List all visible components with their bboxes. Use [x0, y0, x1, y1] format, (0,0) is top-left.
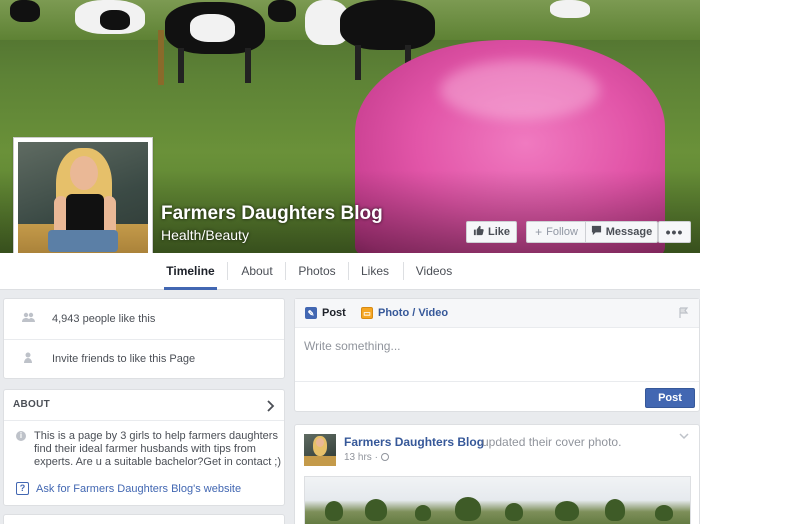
pencil-icon: ✎ [305, 307, 317, 319]
composer-tab-post-label: Post [322, 307, 346, 319]
info-icon: i [16, 431, 26, 441]
question-icon: ? [16, 482, 29, 495]
person-add-icon [4, 352, 52, 367]
tree-shape [655, 505, 673, 521]
page-title[interactable]: Farmers Daughters Blog [161, 203, 383, 225]
people-icon [4, 312, 52, 326]
avatar-hay [304, 456, 336, 466]
right-blank-area [700, 0, 790, 524]
divider [4, 339, 284, 340]
composer-tab-post[interactable]: ✎ Post [305, 307, 346, 319]
about-description: This is a page by 3 girls to help farmer… [34, 430, 282, 468]
post-composer: ✎ Post ▭ Photo / Video Write something..… [294, 298, 700, 412]
globe-icon [380, 453, 389, 461]
cow-shape [268, 0, 296, 22]
avatar-face [316, 438, 324, 447]
likes-count-text: 4,943 people like this [52, 313, 156, 325]
about-card: ABOUT i This is a page by 3 girls to hel… [3, 389, 285, 506]
cow-leg [178, 48, 184, 83]
about-heading[interactable]: ABOUT [13, 399, 50, 410]
like-button-label: Like [487, 226, 510, 238]
composer-tab-photo-label: Photo / Video [378, 307, 449, 319]
photo-top [66, 194, 104, 232]
tree-shape [505, 503, 523, 521]
photo-face [70, 156, 98, 190]
cow-shape [10, 0, 40, 22]
tab-separator [348, 262, 349, 280]
next-card-edge [3, 514, 285, 524]
chevron-down-icon[interactable] [679, 431, 689, 443]
story-action-text: updated their cover photo. [482, 435, 622, 449]
likes-card: 4,943 people like this Invite friends to… [3, 298, 285, 379]
photo-icon: ▭ [361, 307, 373, 319]
tab-videos[interactable]: Videos [412, 253, 456, 289]
follow-button-label: Follow [546, 226, 578, 238]
divider [295, 381, 699, 382]
divider [4, 420, 284, 421]
story-timestamp[interactable]: 13 hrs · [344, 452, 389, 463]
tab-separator [403, 262, 404, 280]
photo-shorts [48, 230, 118, 252]
tab-timeline[interactable]: Timeline [164, 253, 217, 290]
feed-story: Farmers Daughters Blog updated their cov… [294, 424, 700, 524]
story-cover-photo[interactable] [304, 476, 691, 524]
story-avatar[interactable] [304, 434, 336, 466]
flag-icon[interactable] [679, 307, 689, 322]
plus-icon: + [535, 225, 543, 239]
tree-shape [455, 497, 481, 521]
tree-shape [605, 499, 625, 521]
cow-shape [340, 0, 435, 50]
ask-website-link[interactable]: Ask for Farmers Daughters Blog's website [36, 483, 241, 495]
message-button[interactable]: Message [585, 221, 658, 243]
tab-separator [227, 262, 228, 280]
cow-shape [550, 0, 590, 18]
post-leg [158, 30, 164, 85]
chevron-right-icon[interactable] [266, 395, 275, 416]
story-author-link[interactable]: Farmers Daughters Blog [344, 435, 484, 449]
page-tabs: Timeline About Photos Likes Videos [0, 253, 700, 290]
composer-tab-photo[interactable]: ▭ Photo / Video [361, 307, 448, 319]
cow-shape [190, 14, 235, 42]
page-category[interactable]: Health/Beauty [161, 227, 249, 243]
tree-shape [325, 501, 343, 521]
speech-bubble-icon [591, 225, 602, 239]
invite-row[interactable]: Invite friends to like this Page [4, 349, 284, 369]
cow-shape [100, 10, 130, 30]
tab-photos[interactable]: Photos [294, 253, 340, 289]
tree-shape [555, 501, 579, 521]
follow-button[interactable]: + Follow [526, 221, 586, 243]
tree-shape [365, 499, 387, 521]
likes-row[interactable]: 4,943 people like this [4, 309, 284, 329]
more-options-button[interactable]: ••• [658, 221, 691, 243]
like-button[interactable]: Like [466, 221, 517, 243]
post-button[interactable]: Post [645, 388, 695, 408]
cow-leg [355, 45, 361, 80]
tree-shape [415, 505, 431, 521]
composer-header [295, 299, 699, 328]
tab-about[interactable]: About [236, 253, 278, 289]
tab-separator [285, 262, 286, 280]
cow-leg [245, 48, 251, 83]
bale-highlight [440, 60, 600, 120]
tab-likes[interactable]: Likes [357, 253, 393, 289]
message-button-label: Message [605, 226, 653, 238]
thumbs-up-icon [473, 225, 484, 239]
invite-friends-link[interactable]: Invite friends to like this Page [52, 353, 195, 365]
composer-input[interactable]: Write something... [304, 339, 400, 353]
story-time-text: 13 hrs · [344, 452, 378, 463]
